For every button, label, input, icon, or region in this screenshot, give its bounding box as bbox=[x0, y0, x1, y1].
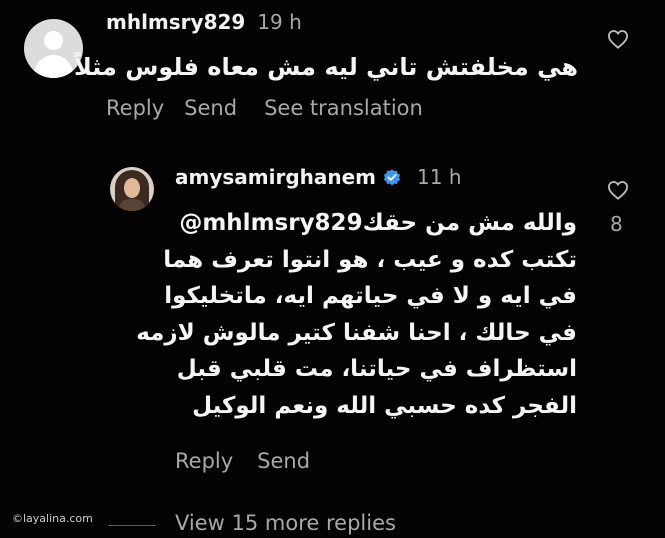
reply-text-line: الفجر كده حسبي الله ونعم الوكيل bbox=[192, 392, 577, 419]
reply-text-line: تكتب كده و عيب ، هو انتوا تعرف هما bbox=[163, 246, 577, 273]
reply-text-line: استظراف في حياتنا، مت قلبي قبل bbox=[176, 356, 577, 382]
reply-text: والله مش من حقك@mhlmsry829 تكتب كده و عي… bbox=[136, 205, 577, 424]
send-button[interactable]: Send bbox=[257, 449, 310, 473]
comment-actions: Reply Send See translation bbox=[106, 96, 423, 120]
avatar-shoulders-shape bbox=[34, 55, 73, 78]
reply-header: amysamirghanem 11 h bbox=[175, 164, 462, 190]
reply-text-line: في حالك ، احنا شفنا كتير مالوش لازمه bbox=[136, 319, 577, 346]
comment-username[interactable]: mhlmsry829 bbox=[106, 10, 245, 34]
comment-text: هي مخلفتش تاني ليه مش معاه فلوس مثلاً bbox=[74, 53, 578, 81]
reply-button[interactable]: Reply bbox=[106, 96, 164, 120]
avatar-head-shape bbox=[44, 31, 63, 50]
reply-actions: Reply Send bbox=[175, 449, 310, 473]
reply-button[interactable]: Reply bbox=[175, 449, 233, 473]
comments-screen: mhlmsry829 19 h هي مخلفتش تاني ليه مش مع… bbox=[0, 0, 665, 538]
mention-link[interactable]: @mhlmsry829 bbox=[179, 205, 362, 242]
view-more-replies-button[interactable]: View 15 more replies bbox=[175, 511, 396, 535]
reply-text-line: والله مش من حقك@mhlmsry829 bbox=[136, 205, 577, 242]
heart-outline-icon[interactable] bbox=[607, 180, 629, 200]
avatar-face-shape bbox=[124, 178, 140, 198]
source-watermark: ©layalina.com bbox=[12, 512, 93, 525]
replies-divider bbox=[108, 525, 156, 526]
heart-outline-icon[interactable] bbox=[607, 29, 629, 49]
send-button[interactable]: Send bbox=[184, 96, 237, 120]
like-count[interactable]: 8 bbox=[610, 212, 623, 236]
verified-badge-icon bbox=[383, 169, 401, 186]
comment-timestamp: 19 h bbox=[257, 10, 302, 34]
reply-text-line: في ايه و لا في حياتهم ايه، ماتخليكوا bbox=[164, 283, 577, 309]
reply-username[interactable]: amysamirghanem bbox=[175, 165, 376, 189]
comment-header: mhlmsry829 19 h bbox=[106, 10, 302, 36]
comment-text-line: هي مخلفتش تاني ليه مش معاه فلوس مثلاً bbox=[74, 53, 578, 81]
reply-text-fragment: والله مش من حقك bbox=[362, 210, 577, 236]
reply-timestamp: 11 h bbox=[417, 165, 462, 189]
see-translation-button[interactable]: See translation bbox=[264, 96, 423, 120]
